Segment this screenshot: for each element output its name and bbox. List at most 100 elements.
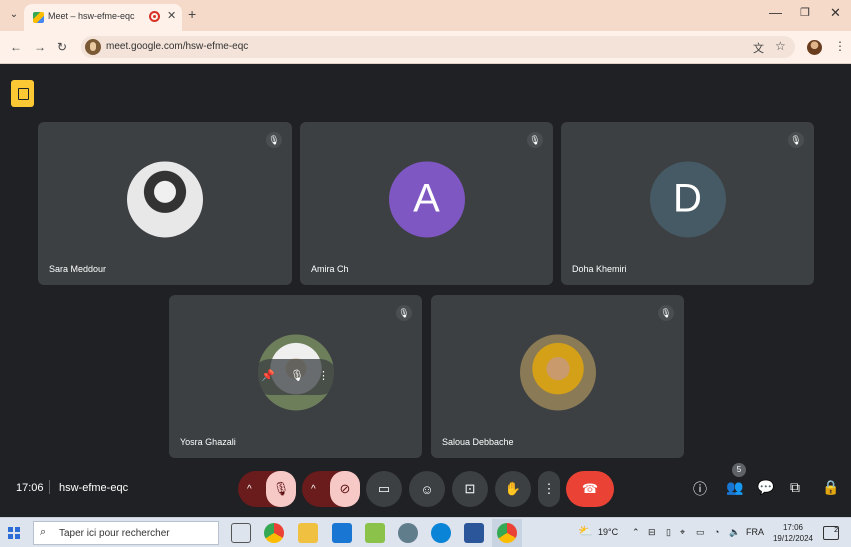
participant-name: Yosra Ghazali xyxy=(180,437,236,447)
site-info-icon[interactable] xyxy=(85,39,101,55)
avatar xyxy=(127,160,203,237)
info-icon[interactable]: ⓘ xyxy=(693,479,707,499)
meeting-clock: 17:06 xyxy=(16,482,44,494)
present-screen-icon: ⊡ xyxy=(464,481,476,496)
back-icon[interactable]: ← xyxy=(10,40,22,54)
leave-call-button[interactable]: ☎ xyxy=(566,471,614,507)
taskbar-search[interactable]: ⌕ Taper ici pour rechercher xyxy=(33,521,219,545)
windows-taskbar: ⌕ Taper ici pour rechercher ⛅ 19°C ⌃ ⊟ ▯… xyxy=(0,517,851,547)
captions-button[interactable]: ▭ xyxy=(366,471,402,507)
participant-tile-doha[interactable]: 🎙 D Doha Khemiri xyxy=(561,122,814,285)
people-count-badge: 5 xyxy=(732,463,746,477)
word-icon[interactable] xyxy=(464,523,484,543)
battery-icon[interactable]: ▯ xyxy=(666,527,671,538)
browser-toolbar: ← → ↻ meet.google.com/hsw-efme-eqc 文 ☆ ⋮ xyxy=(0,31,851,64)
restore-icon[interactable]: ❐ xyxy=(800,6,810,19)
more-options-button[interactable]: ⋮ xyxy=(538,471,560,507)
mic-options-chevron-icon[interactable]: ^ xyxy=(247,484,252,495)
participant-tile-yosra[interactable]: 🎙 📌 🎙 ⋮ Yosra Ghazali xyxy=(169,295,422,458)
participant-tile-amira[interactable]: 🎙 A Amira Ch xyxy=(300,122,553,285)
tab-title: Meet – hsw-efme-eqc xyxy=(48,11,135,21)
participant-name: Saloua Debbache xyxy=(442,437,514,447)
translate-icon[interactable]: 文 xyxy=(753,40,764,56)
mute-participant-icon[interactable]: 🎙 xyxy=(290,369,304,382)
location-icon[interactable]: ⌖ xyxy=(680,527,685,538)
tile-hover-controls[interactable]: 📌 🎙 ⋮ xyxy=(252,359,338,395)
captions-icon: ▭ xyxy=(377,481,391,496)
search-icon: ⌕ xyxy=(40,526,47,538)
tab-search-icon[interactable]: ⌄ xyxy=(6,7,22,23)
forward-icon[interactable]: → xyxy=(34,40,46,54)
close-icon[interactable]: ✕ xyxy=(167,9,176,22)
file-explorer-icon[interactable] xyxy=(298,523,318,543)
mic-off-icon: 🎙 xyxy=(396,305,412,321)
tab-meet[interactable]: Meet – hsw-efme-eqc ✕ xyxy=(24,4,182,31)
store-icon[interactable] xyxy=(365,523,385,543)
edge-icon[interactable] xyxy=(431,523,451,543)
more-icon[interactable]: ⋮ xyxy=(834,39,846,53)
mic-off-icon: 🎙 xyxy=(658,305,674,321)
mic-off-icon: 🎙 xyxy=(266,132,282,148)
display-icon[interactable]: ▭ xyxy=(696,527,705,538)
reload-icon[interactable]: ↻ xyxy=(57,40,67,54)
plus-icon[interactable]: + xyxy=(188,6,196,22)
profile-avatar[interactable] xyxy=(807,40,822,55)
recording-icon xyxy=(149,11,160,22)
participant-tile-sara[interactable]: 🎙 Sara Meddour xyxy=(38,122,292,285)
notification-count: 2 xyxy=(834,527,838,534)
meeting-code: hsw-efme-eqc xyxy=(59,482,129,494)
chat-icon[interactable]: 💬 xyxy=(757,479,774,496)
network-icon[interactable]: ⊟ xyxy=(648,527,656,538)
minimize-icon[interactable]: — xyxy=(769,5,782,20)
camera-options-chevron-icon[interactable]: ^ xyxy=(311,484,316,495)
emoji-icon: ☺ xyxy=(420,481,434,497)
outlook-icon[interactable] xyxy=(332,523,352,543)
mic-off-icon: 🎙 xyxy=(527,132,543,148)
windows-start-icon[interactable] xyxy=(8,527,20,539)
volume-icon[interactable]: 🔈 xyxy=(729,527,740,538)
more-vert-icon: ⋮ xyxy=(542,481,556,496)
mic-toggle-button[interactable]: 🎙 xyxy=(266,471,296,507)
url-text: meet.google.com/hsw-efme-eqc xyxy=(106,41,249,52)
language[interactable]: FRA xyxy=(746,527,764,537)
tray-chevron-icon[interactable]: ⌃ xyxy=(632,527,640,538)
wifi-icon[interactable]: ◔ xyxy=(714,527,719,537)
chrome-icon[interactable] xyxy=(264,523,284,543)
divider xyxy=(49,480,50,494)
host-lock-icon[interactable]: 🔒 xyxy=(822,479,839,496)
notification-icon[interactable]: 2 xyxy=(823,526,839,540)
address-bar[interactable]: meet.google.com/hsw-efme-eqc 文 ☆ xyxy=(81,36,795,58)
activities-icon[interactable]: ⧉ xyxy=(790,479,800,496)
raise-hand-button[interactable]: ✋ xyxy=(495,471,531,507)
avatar: D xyxy=(649,160,726,237)
weather-icon[interactable]: ⛅ xyxy=(578,524,593,538)
task-view-icon[interactable] xyxy=(231,523,251,543)
more-options-icon[interactable]: ⋮ xyxy=(318,369,329,382)
meet-stage: 🎙 Sara Meddour 🎙 A Amira Ch 🎙 D Doha Khe… xyxy=(0,65,851,517)
host-controls-icon[interactable] xyxy=(11,80,34,107)
avatar: A xyxy=(388,160,465,237)
present-button[interactable]: ⊡ xyxy=(452,471,488,507)
mic-off-icon: 🎙 xyxy=(788,132,804,148)
participant-tile-saloua[interactable]: 🎙 Saloua Debbache xyxy=(431,295,684,458)
messenger-icon[interactable] xyxy=(398,523,418,543)
hand-icon: ✋ xyxy=(504,481,522,496)
people-icon[interactable]: 👥 xyxy=(726,479,743,496)
end-call-icon: ☎ xyxy=(581,481,599,496)
search-placeholder: Taper ici pour rechercher xyxy=(59,528,170,539)
star-icon[interactable]: ☆ xyxy=(775,39,786,53)
clock-date: 19/12/2024 xyxy=(772,534,814,543)
close-window-icon[interactable]: ✕ xyxy=(830,5,841,21)
system-clock[interactable]: 17:06 19/12/2024 xyxy=(768,522,818,544)
chrome-active-icon[interactable] xyxy=(497,523,517,543)
clock-time: 17:06 xyxy=(782,523,804,532)
temperature: 19°C xyxy=(598,527,619,537)
browser-tab-strip: ⌄ Meet – hsw-efme-eqc ✕ + — ❐ ✕ xyxy=(0,0,851,31)
camera-off-icon: ⊘ xyxy=(339,481,351,496)
meet-favicon xyxy=(33,12,44,23)
camera-toggle-button[interactable]: ⊘ xyxy=(330,471,360,507)
participant-name: Amira Ch xyxy=(311,264,349,274)
pin-icon[interactable]: 📌 xyxy=(261,369,275,382)
avatar xyxy=(519,333,596,410)
reactions-button[interactable]: ☺ xyxy=(409,471,445,507)
